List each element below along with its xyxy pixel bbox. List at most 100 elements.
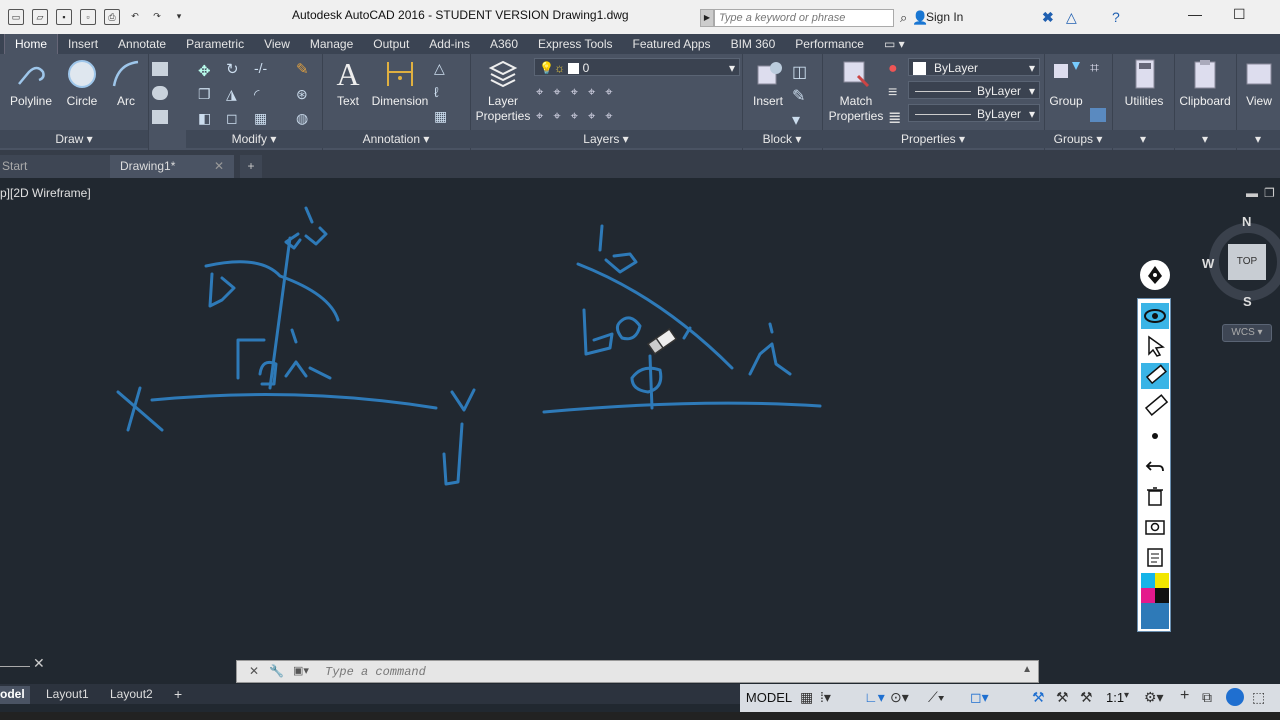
mirror-icon[interactable]: ◮ [226,86,242,102]
annotation-visibility-icon[interactable]: ⚒ [1032,689,1045,706]
trash-icon[interactable] [1141,483,1169,509]
insert-tool[interactable]: Insert [746,58,790,109]
annotation-scale-icon[interactable]: ⚒ [1080,689,1093,706]
tab-featured-apps[interactable]: Featured Apps [623,34,721,54]
layer-dropdown[interactable]: 💡☼ 0 ▾ [534,58,740,76]
tab-parametric[interactable]: Parametric [176,34,254,54]
model-space-toggle[interactable]: MODEL [744,689,794,707]
exchange-icon[interactable]: ✖ [1042,9,1054,26]
viewcube[interactable]: TOP N W S [1202,214,1280,309]
hatch-icon[interactable] [152,86,168,100]
rectangle-icon[interactable] [152,62,168,76]
pen-nib-icon[interactable] [1140,260,1170,290]
tab-layout2[interactable]: Layout2 [110,686,153,704]
copy-icon[interactable]: ❐ [198,86,214,102]
hardware-acceleration-icon[interactable] [1226,688,1244,706]
edit-block-icon[interactable]: ✎ [792,86,808,105]
tab-model[interactable]: odel [0,686,30,704]
search-expand-icon[interactable]: ▶ [700,9,714,27]
snap-icon[interactable]: ⁞▾ [820,689,831,706]
match-properties-tool[interactable]: Match Properties [826,58,886,124]
command-prompt-icon[interactable]: ▣▾ [293,664,309,677]
close-command-history-icon[interactable]: ✕ [0,655,45,675]
explode-icon[interactable]: ⊛ [296,86,312,102]
color-dropdown[interactable]: ByLayer ▾ [908,58,1040,76]
array-icon[interactable]: ▦ [254,110,270,126]
tab-annotate[interactable]: Annotate [108,34,176,54]
region-icon[interactable] [152,110,168,124]
camera-icon[interactable] [1141,513,1169,539]
isolate-icon[interactable]: ⧉ [1202,689,1212,706]
tab-view[interactable]: View [254,34,300,54]
layer-tools-row1[interactable]: ⌖⌖⌖⌖⌖ [536,84,623,100]
viewport-controls[interactable]: p][2D Wireframe] [0,186,91,200]
command-input[interactable]: Type a command [325,665,426,679]
stretch-icon[interactable]: ◧ [198,110,214,126]
fillet-icon[interactable]: ◜ [254,86,270,102]
binoculars-icon[interactable]: ⌕ [900,10,907,26]
layer-properties-tool[interactable]: Layer Properties [474,58,532,124]
layer-tools-row2[interactable]: ⌖⌖⌖⌖⌖ [536,108,623,124]
annotation-scale-value[interactable]: 1:1 [1106,690,1124,705]
ribbon-toggle-icon[interactable]: ▭ ▾ [874,34,915,54]
color-palette-icon[interactable] [1141,573,1169,603]
lineweight-dropdown[interactable]: ByLayer ▾ [908,104,1040,122]
block-panel-title[interactable]: Block ▾ [742,130,822,148]
view-panel-expand[interactable]: ▾ [1236,130,1280,148]
new-icon[interactable]: ▭ [8,9,24,25]
wcs-menu[interactable]: WCS ▾ [1222,324,1272,342]
help-icon[interactable]: ? [1112,9,1120,25]
redo-icon[interactable]: ↷ [150,9,164,23]
clipboard-panel-expand[interactable]: ▾ [1174,130,1236,148]
eraser-icon[interactable] [1141,363,1169,389]
tab-add-ins[interactable]: Add-ins [419,34,480,54]
properties-panel-title[interactable]: Properties ▾ [822,130,1044,148]
command-line[interactable]: ✕ 🔧 ▣▾ Type a command ▲ [236,660,1039,683]
viewport-restore-icon[interactable]: ❐ [1264,186,1275,200]
view-tool[interactable]: View [1238,58,1280,109]
command-close-icon[interactable]: ✕ [249,664,259,678]
new-tab-icon[interactable]: + [240,155,262,178]
clipboard-tool[interactable]: Clipboard [1176,58,1234,109]
circle-tool[interactable]: Circle [62,58,102,109]
tab-express-tools[interactable]: Express Tools [528,34,622,54]
workspace-gear-icon[interactable]: ⚙▾ [1144,689,1164,706]
tab-start[interactable]: Start [0,155,110,178]
erase-icon[interactable]: ✎ [296,60,312,78]
undo-icon[interactable]: ↶ [128,9,142,23]
ungroup-icon[interactable]: ⌗ [1090,60,1106,77]
tab-home[interactable]: Home [4,34,59,54]
sign-in-button[interactable]: Sign In [926,10,963,24]
leader-icon[interactable]: △ [434,60,450,76]
attribute-icon[interactable]: ▾ [792,110,808,129]
object-snap-icon[interactable]: ◻▾ [970,689,989,706]
ortho-icon[interactable]: ∟▾ [864,689,885,706]
command-customize-icon[interactable]: 🔧 [269,664,284,678]
compass-west[interactable]: W [1202,256,1214,271]
group-select-icon[interactable] [1090,108,1106,122]
group-tool[interactable]: Group [1046,58,1086,109]
modify-panel-title[interactable]: Modify ▾ [186,130,322,148]
clean-screen-icon[interactable]: ⬚ [1252,689,1265,706]
trim-icon[interactable]: -/- [254,60,270,76]
print-icon[interactable]: ⎙ [104,9,120,25]
arc-tool[interactable]: Arc [108,58,144,109]
dimension-tool[interactable]: Dimension [370,58,430,109]
compass-south[interactable]: S [1243,294,1252,309]
move-icon[interactable]: ✥ [198,62,214,80]
layers-panel-title[interactable]: Layers ▾ [470,130,742,148]
scale-icon[interactable]: ◻ [226,110,242,126]
offset-icon[interactable]: ◍ [296,110,312,126]
tab-drawing1[interactable]: Drawing1* ✕ [110,155,234,178]
draw-panel-title[interactable]: Draw ▾ [0,130,148,148]
grid-icon[interactable]: ▦ [800,689,813,706]
tab-a360[interactable]: A360 [480,34,528,54]
command-history-icon[interactable]: ▲ [1022,664,1032,675]
auto-scale-icon[interactable]: ⚒ [1056,689,1069,706]
pen-size-icon[interactable] [1141,423,1169,449]
tab-layout1[interactable]: Layout1 [46,686,89,704]
tab-performance[interactable]: Performance [785,34,874,54]
compass-north[interactable]: N [1242,214,1251,229]
clipboard-ink-icon[interactable] [1141,543,1169,569]
rotate-icon[interactable]: ↻ [226,60,242,78]
